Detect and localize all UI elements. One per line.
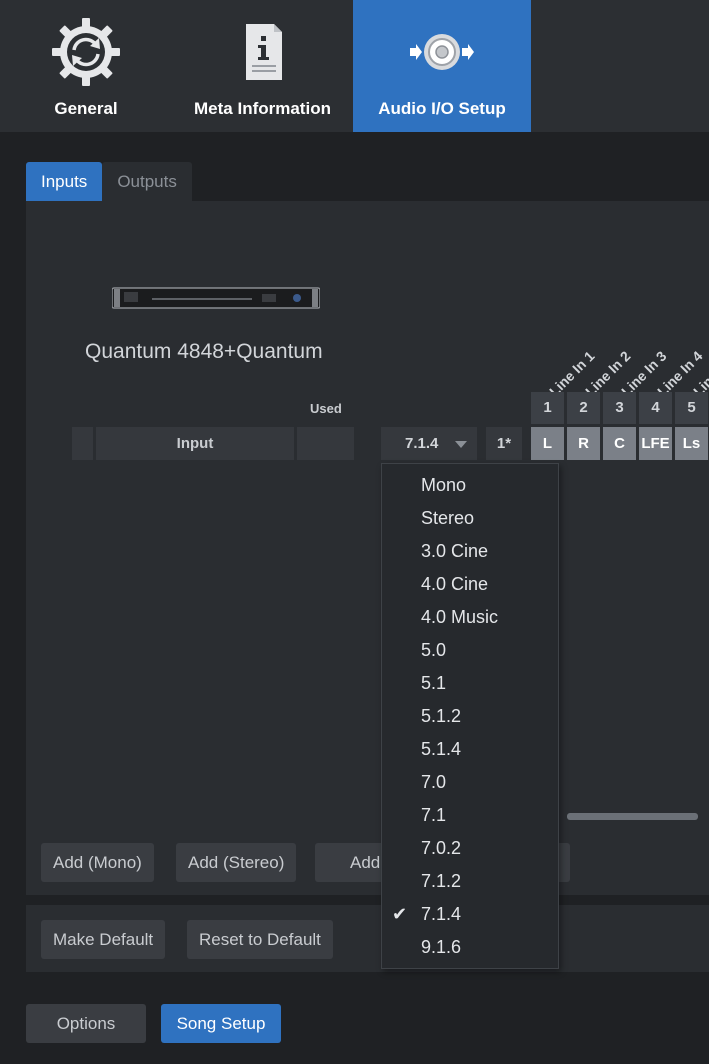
dropdown-option-stereo[interactable]: Stereo <box>382 502 558 535</box>
info-document-icon <box>245 24 282 80</box>
audio-interface-image <box>112 287 320 309</box>
dropdown-option-7-1[interactable]: 7.1 <box>382 799 558 832</box>
used-column-header: Used <box>310 401 342 416</box>
tab-outputs[interactable]: Outputs <box>102 162 192 201</box>
reset-to-default-button[interactable]: Reset to Default <box>187 920 333 959</box>
io-subtabs: Inputs Outputs <box>26 162 192 201</box>
dropdown-option-7-1-2[interactable]: 7.1.2 <box>382 865 558 898</box>
refresh-gear-icon <box>52 18 120 86</box>
dropdown-option-5-1-4[interactable]: 5.1.4 <box>382 733 558 766</box>
make-default-button[interactable]: Make Default <box>41 920 166 959</box>
checkmark-icon: ✔ <box>392 904 408 924</box>
tab-general[interactable]: General <box>0 0 172 132</box>
tab-meta-label: Meta Information <box>194 99 331 118</box>
dropdown-option-label: 7.1.4 <box>421 904 462 924</box>
channel-assign-1[interactable]: L <box>531 427 564 460</box>
dropdown-option-5-0[interactable]: 5.0 <box>382 634 558 667</box>
channel-assign-4[interactable]: LFE <box>639 427 672 460</box>
dropdown-option-4-0-music[interactable]: 4.0 Music <box>382 601 558 634</box>
channel-assign-2[interactable]: R <box>567 427 600 460</box>
channel-number-3: 3 <box>603 392 636 424</box>
tab-general-label: General <box>54 99 118 118</box>
dropdown-option-mono[interactable]: Mono <box>382 469 558 502</box>
tab-audio-label: Audio I/O Setup <box>378 99 506 118</box>
dropdown-option-7-0-2[interactable]: 7.0.2 <box>382 832 558 865</box>
tab-audio-io-setup[interactable]: Audio I/O Setup <box>353 0 531 132</box>
dropdown-option-7-0[interactable]: 7.0 <box>382 766 558 799</box>
input-name-field[interactable]: Input <box>96 427 294 460</box>
chevron-down-icon <box>455 441 467 448</box>
format-select[interactable]: 7.1.4 <box>381 427 477 460</box>
channel-assign-5[interactable]: Ls <box>675 427 708 460</box>
dropdown-option-4-0-cine[interactable]: 4.0 Cine <box>382 568 558 601</box>
format-dropdown-menu: Mono Stereo 3.0 Cine 4.0 Cine 4.0 Music … <box>381 463 559 969</box>
dropdown-option-5-1[interactable]: 5.1 <box>382 667 558 700</box>
format-select-value: 7.1.4 <box>405 435 439 452</box>
channel-number-2: 2 <box>567 392 600 424</box>
dropdown-option-3-0-cine[interactable]: 3.0 Cine <box>382 535 558 568</box>
dropdown-option-7-1-4[interactable]: ✔ 7.1.4 <box>382 898 558 931</box>
song-setup-button[interactable]: Song Setup <box>161 1004 281 1043</box>
dropdown-option-9-1-6[interactable]: 9.1.6 <box>382 931 558 964</box>
options-button[interactable]: Options <box>26 1004 146 1043</box>
top-tab-bar: General Meta Information Audio I/O Setup <box>0 0 709 132</box>
tab-inputs[interactable]: Inputs <box>26 162 103 201</box>
row-select-cell[interactable] <box>72 427 93 460</box>
dropdown-option-5-1-2[interactable]: 5.1.2 <box>382 700 558 733</box>
device-name: Quantum 4848+Quantum <box>85 340 323 363</box>
add-mono-button[interactable]: Add (Mono) <box>41 843 154 882</box>
channel-number-1: 1 <box>531 392 564 424</box>
horizontal-scrollbar[interactable] <box>567 813 698 820</box>
add-stereo-button[interactable]: Add (Stereo) <box>176 843 297 882</box>
tab-meta-information[interactable]: Meta Information <box>172 0 353 132</box>
channel-number-5: 5 <box>675 392 708 424</box>
channel-number-4: 4 <box>639 392 672 424</box>
used-cell[interactable] <box>297 427 354 460</box>
speaker-io-icon <box>410 34 474 70</box>
channel-assign-3[interactable]: C <box>603 427 636 460</box>
used-count: 1* <box>486 427 522 460</box>
